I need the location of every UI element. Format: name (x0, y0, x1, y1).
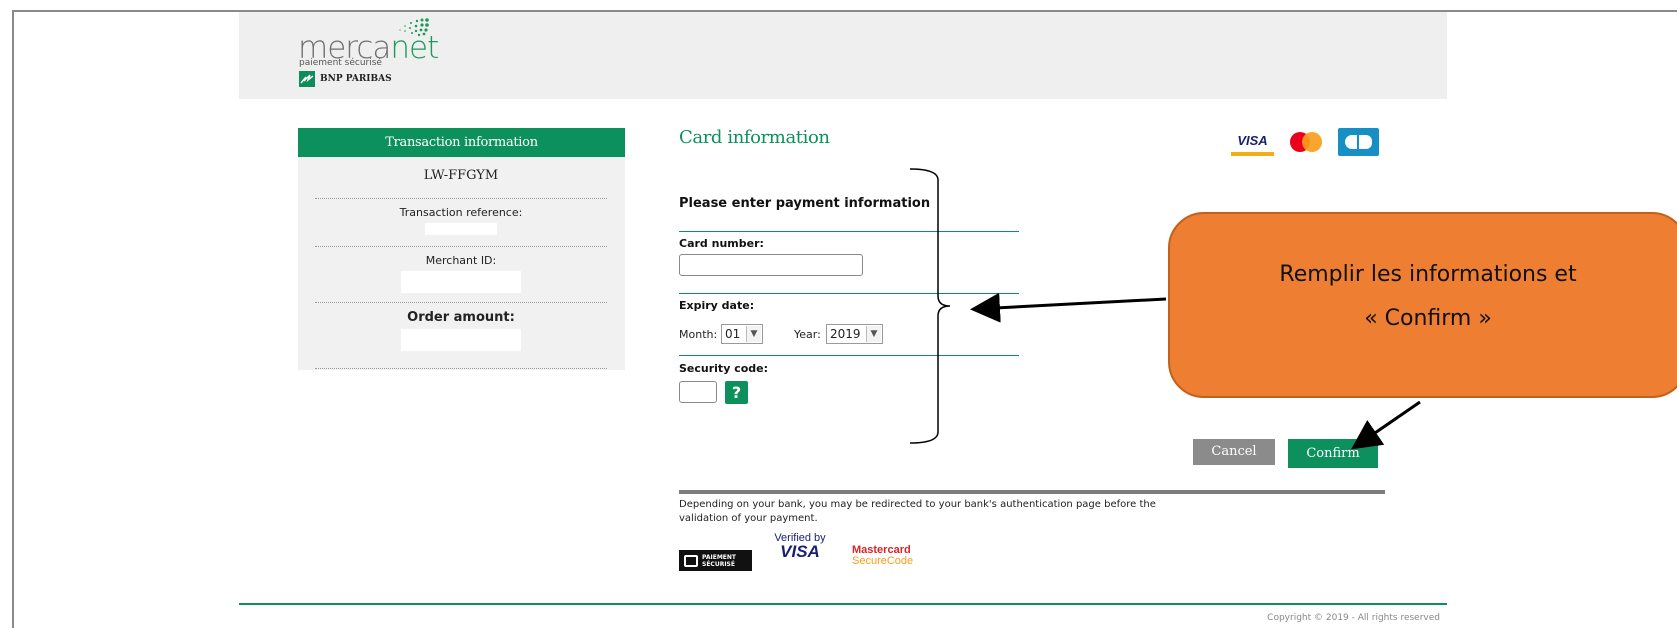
arrow-to-form (970, 292, 1167, 323)
annotation-arrows (909, 168, 1421, 450)
form-bracket (909, 168, 951, 444)
arrow-to-confirm (1351, 400, 1421, 450)
